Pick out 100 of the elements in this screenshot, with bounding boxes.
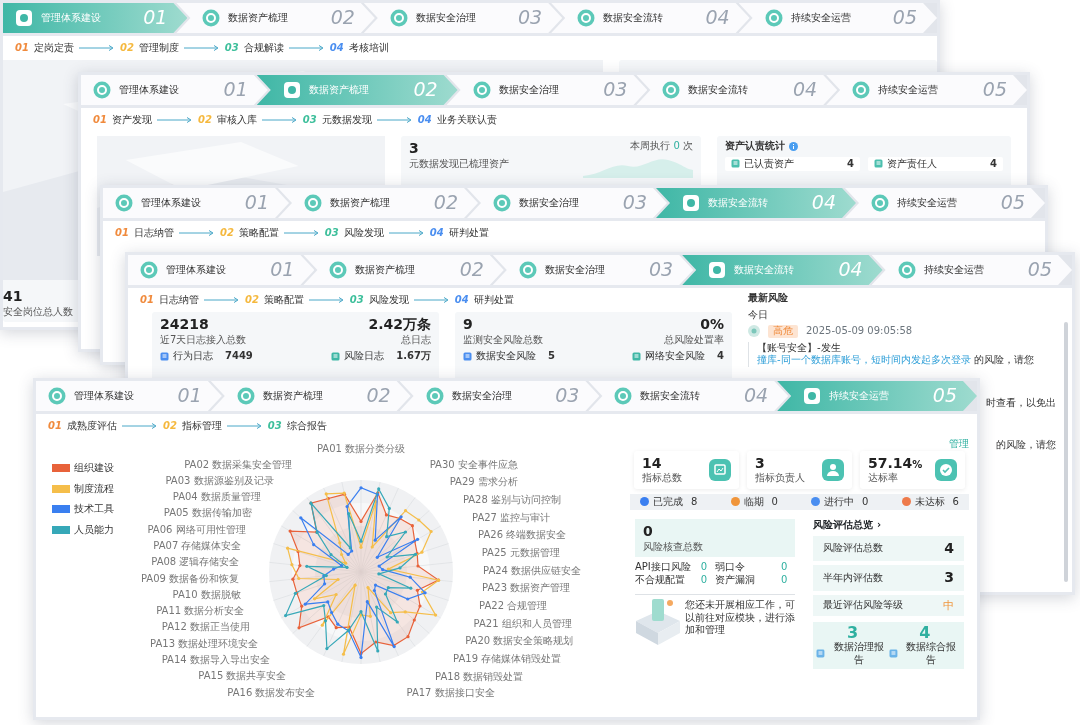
- axis-label: PA26 终端数据安全: [478, 529, 567, 541]
- arrow-icon: [78, 44, 115, 52]
- metric-value: 4: [717, 350, 724, 363]
- axis-label: PA20 数据安全策略规划: [465, 635, 574, 647]
- stat-value: 0: [643, 523, 653, 541]
- step-tab[interactable]: 数据安全治理 03: [363, 3, 563, 33]
- parcel-drawing: [635, 599, 681, 645]
- legend-label: 人员能力: [74, 523, 114, 536]
- document-icon: [816, 649, 826, 659]
- stat-label: 监测安全风险总数: [462, 333, 543, 346]
- info-icon: [789, 141, 798, 151]
- step-tab[interactable]: 数据安全流转 04: [551, 3, 750, 33]
- axis-label: PA16 数据发布安全: [227, 686, 316, 698]
- step-tab[interactable]: 持续安全运营 05: [845, 188, 1045, 218]
- stat-value: 3: [755, 454, 765, 472]
- document-icon: [462, 351, 472, 361]
- status-label: 未达标: [914, 495, 945, 508]
- axis-label: PA27 监控与审计: [472, 511, 551, 523]
- step-number: 02: [119, 41, 134, 55]
- time-label: 2025-05-09 09:05:58: [806, 325, 913, 338]
- step-link[interactable]: 管理制度: [138, 41, 179, 55]
- step-link[interactable]: 日志纳管: [158, 293, 199, 307]
- step-tab[interactable]: 数据资产梳理 02: [210, 381, 411, 411]
- legend-label: 组织建设: [74, 462, 114, 475]
- step-tab[interactable]: 数据安全流转 04: [636, 75, 838, 105]
- emblem-icon: [662, 81, 681, 99]
- metric-label: 弱口令: [715, 561, 746, 574]
- axis-label: PA28 鉴别与访问控制: [462, 493, 562, 505]
- row-value: 4: [944, 539, 954, 557]
- metric-value: 7449: [225, 350, 253, 363]
- legend-label: 技术工具: [74, 503, 114, 516]
- row-value: 中: [943, 598, 954, 613]
- step-number: 01: [140, 293, 154, 307]
- row-label: 风险评估总数: [823, 542, 884, 555]
- status-label: 进行中: [824, 495, 855, 508]
- check-icon: [935, 458, 957, 481]
- step-link[interactable]: 指标管理: [181, 419, 222, 433]
- step-tab[interactable]: 持续安全运营 05: [738, 3, 938, 33]
- axis-label: PA22 合规管理: [479, 599, 548, 611]
- step-link[interactable]: 合规解读: [243, 41, 284, 55]
- emblem-icon: [852, 81, 871, 99]
- step-link[interactable]: 策略配置: [263, 293, 304, 307]
- emblem-icon: [897, 261, 916, 279]
- step-tab[interactable]: 数据资产梳理 02: [176, 3, 375, 33]
- status-count: 8: [691, 495, 698, 508]
- arrow-icon: [183, 44, 220, 52]
- stat-value: 2.42万条: [368, 316, 431, 334]
- step-tab[interactable]: 管理体系建设 01: [36, 381, 222, 411]
- axis-label: PA13 数据处理环境安全: [150, 637, 259, 649]
- axis-label: PA11 数据分析安全: [156, 605, 245, 617]
- weekly-runs: 本周执行 0 次: [630, 140, 693, 153]
- stat-label: 总风险处置率: [664, 333, 724, 346]
- step-number: 04: [454, 293, 469, 307]
- step-tab[interactable]: 持续安全运营 05: [826, 75, 1027, 105]
- axis-label: PA01 数据分类分级: [316, 442, 406, 454]
- arrow-icon: [203, 296, 240, 304]
- report-label: 数据治理报告: [833, 641, 886, 667]
- axis-label: PA15 数据共享安全: [198, 670, 287, 682]
- axis-label: PA08 逻辑存储安全: [151, 556, 240, 568]
- emblem-icon: [871, 194, 889, 212]
- step-tab[interactable]: 持续安全运营 05: [871, 255, 1073, 285]
- metric-value: 1.67万: [396, 350, 431, 363]
- stat-label: 已认责资产: [744, 157, 794, 170]
- axis-label: PA17 数据接口安全: [406, 686, 495, 698]
- metric-label: 数据安全风险: [475, 350, 536, 363]
- emblem-icon: [48, 387, 66, 405]
- axis-label: PA30 安全事件应急: [429, 458, 518, 470]
- status-count: 0: [862, 495, 869, 508]
- stat-value: 4: [847, 157, 854, 170]
- axis-label: PA06 网络可用性管理: [147, 523, 246, 535]
- axis-label: PA29 需求分析: [449, 476, 518, 488]
- metric-value: 0: [700, 573, 708, 586]
- document-icon: [160, 351, 169, 361]
- stat-value: 41: [3, 288, 23, 306]
- metric-label: 不合规配置: [635, 573, 685, 586]
- metric-value: 0: [700, 561, 708, 574]
- status-label: 已完成: [653, 495, 683, 508]
- step-link[interactable]: 定岗定责: [33, 41, 74, 55]
- step-link[interactable]: 考核培训: [348, 41, 389, 55]
- metric-label: API接口风险: [635, 561, 691, 574]
- stat-label: 指标总数: [642, 472, 682, 485]
- step-tab[interactable]: 数据安全治理 03: [399, 381, 600, 411]
- metric-value: 0: [781, 561, 788, 574]
- axis-label: PA24 数据供应链安全: [483, 564, 582, 576]
- overview-link[interactable]: 风险评估总览 ›: [813, 519, 882, 530]
- step-link[interactable]: 风险发现: [368, 293, 409, 307]
- step-link[interactable]: 研判处置: [473, 293, 514, 307]
- emblem-icon: [425, 387, 444, 405]
- empty-message: 您还未开展相应工作，可以前往对应模块，进行添加和管理: [685, 599, 796, 637]
- metric-value: 0: [781, 573, 788, 586]
- step-tab[interactable]: 数据安全流转 04: [588, 381, 789, 411]
- stat-label: 资产责任人: [887, 157, 937, 170]
- step-number: 01: [15, 41, 29, 55]
- stat-value: 14: [642, 454, 662, 472]
- arrow-icon: [121, 422, 158, 430]
- step-link[interactable]: 综合报告: [286, 419, 327, 433]
- step-link[interactable]: 成熟度评估: [66, 419, 117, 433]
- metric-value: 5: [547, 350, 555, 363]
- emblem-icon: [236, 387, 255, 405]
- alert-icon: [748, 325, 760, 338]
